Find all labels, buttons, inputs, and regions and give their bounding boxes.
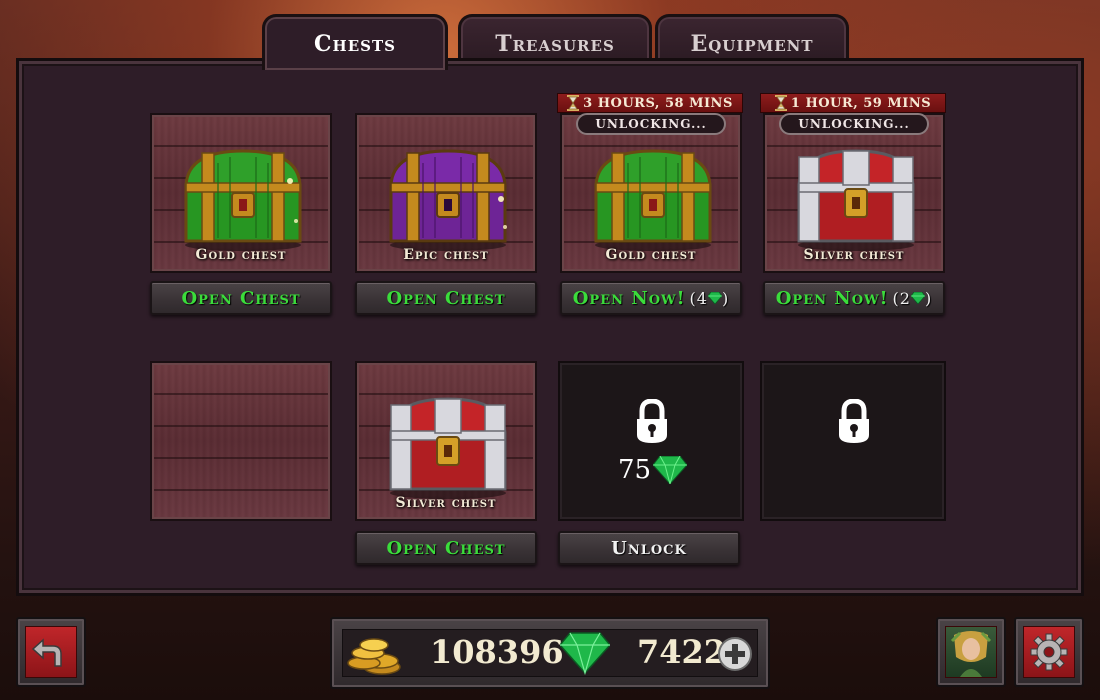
chest-slot-2[interactable]: Epic chest xyxy=(355,113,537,273)
button-label: Open Now! xyxy=(775,287,889,309)
chests-panel: Gold chest Open Chest Epic chest Open Ch… xyxy=(16,58,1084,596)
gold-amount: 108396 xyxy=(430,633,564,671)
plus-icon xyxy=(725,644,745,664)
locked-slot[interactable]: 75 xyxy=(558,361,744,521)
status-text: UNLOCKING... xyxy=(798,117,910,131)
chest-name: Silver chest xyxy=(395,495,497,511)
button-label: Open Chest xyxy=(386,537,506,559)
chest-slot-6[interactable]: Silver chest xyxy=(355,361,537,521)
open-chest-button[interactable]: Open Chest xyxy=(355,281,537,315)
chest-name: Gold chest xyxy=(195,247,287,263)
timer-text: 3 HOURS, 58 MINS xyxy=(583,95,733,111)
timer-text: 1 HOUR, 59 MINS xyxy=(790,95,932,111)
settings-button[interactable] xyxy=(1014,617,1084,687)
unlocking-badge: UNLOCKING... xyxy=(779,113,929,135)
tab-label: Equipment xyxy=(690,31,814,57)
cost-value: 75 xyxy=(618,455,652,485)
unlocking-badge: UNLOCKING... xyxy=(576,113,726,135)
chest-slot-4[interactable]: UNLOCKING... Silver chest xyxy=(763,113,945,273)
open-now-button[interactable]: Open Now! (4 ) xyxy=(560,281,742,315)
chest-timer: 3 HOURS, 58 MINS xyxy=(557,93,743,113)
open-chest-button[interactable]: Open Chest xyxy=(150,281,332,315)
chest-timer: 1 HOUR, 59 MINS xyxy=(760,93,946,113)
chest-name: Gold chest xyxy=(605,247,697,263)
chest-name: Epic chest xyxy=(403,247,489,263)
open-chest-button[interactable]: Open Chest xyxy=(355,531,537,565)
status-text: UNLOCKING... xyxy=(595,117,707,131)
gem-cost: (4 ) xyxy=(689,288,730,308)
silver-chest-icon xyxy=(797,149,915,251)
chest-slot-1[interactable]: Gold chest xyxy=(150,113,332,273)
gem-amount: 7422 xyxy=(637,633,727,671)
gem-icon xyxy=(653,456,688,484)
gold-chest-icon xyxy=(594,149,712,251)
gold-chest-icon xyxy=(184,149,302,251)
hero-button[interactable] xyxy=(936,617,1006,687)
button-label: Unlock xyxy=(611,537,687,559)
epic-chest-icon xyxy=(389,149,507,251)
tab-label: Chests xyxy=(314,31,396,57)
chest-name: Silver chest xyxy=(803,247,905,263)
gold-coins-icon xyxy=(347,638,401,675)
currency-bar: 108396 7422 xyxy=(330,617,770,689)
silver-chest-icon xyxy=(389,397,507,499)
hero-portrait xyxy=(945,626,997,678)
cost-value: 4 xyxy=(696,288,708,308)
tab-chests[interactable]: Chests xyxy=(262,14,448,70)
tab-label: Treasures xyxy=(495,31,615,57)
gem-icon xyxy=(910,292,925,304)
hourglass-icon xyxy=(774,95,787,111)
gem-cost: (2 ) xyxy=(892,288,933,308)
hourglass-icon xyxy=(567,95,580,111)
button-label: Open Chest xyxy=(181,287,301,309)
button-label: Open Now! xyxy=(572,287,686,309)
add-gems-button[interactable] xyxy=(718,637,752,671)
padlock-icon xyxy=(637,399,667,443)
gem-icon xyxy=(560,632,610,675)
button-label: Open Chest xyxy=(386,287,506,309)
chest-slot-3[interactable]: UNLOCKING... Gold chest xyxy=(560,113,742,273)
unlock-button[interactable]: Unlock xyxy=(558,531,740,565)
back-arrow-icon xyxy=(25,626,77,678)
gear-icon xyxy=(1023,626,1075,678)
unlock-cost: 75 xyxy=(618,455,688,485)
locked-slot xyxy=(760,361,946,521)
empty-chest-slot xyxy=(150,361,332,521)
open-now-button[interactable]: Open Now! (2 ) xyxy=(763,281,945,315)
padlock-icon xyxy=(839,399,869,443)
back-button[interactable] xyxy=(16,617,86,687)
gem-icon xyxy=(707,292,722,304)
cost-value: 2 xyxy=(899,288,911,308)
